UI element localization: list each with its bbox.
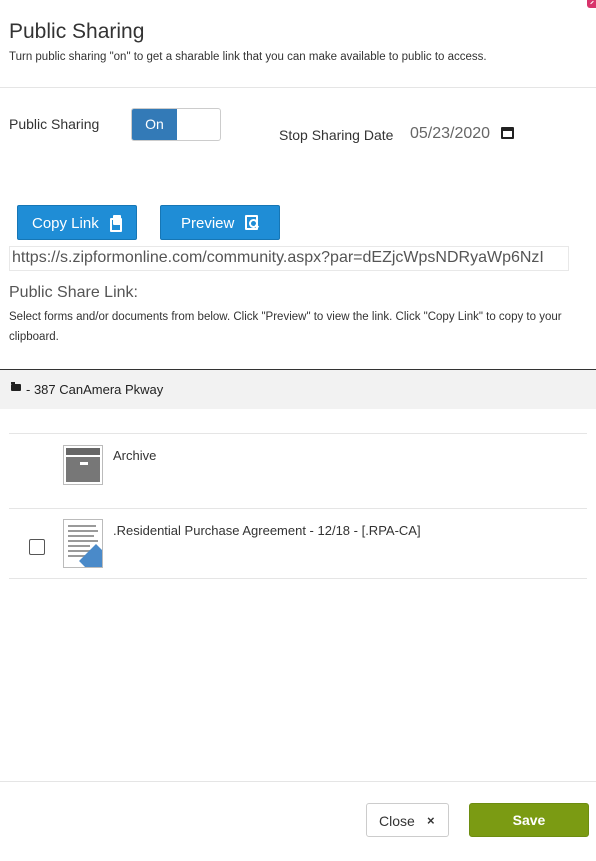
folder-icon xyxy=(11,382,21,391)
close-button[interactable]: Close × xyxy=(366,803,449,837)
list-item-name: Archive xyxy=(113,448,157,463)
close-icon: × xyxy=(427,813,435,828)
list-item-archive[interactable]: Archive xyxy=(9,433,587,509)
toggle-on-state: On xyxy=(132,109,177,140)
document-thumbnail xyxy=(63,519,103,568)
share-link-input[interactable]: https://s.zipformonline.com/community.as… xyxy=(9,246,569,271)
save-button[interactable]: Save xyxy=(469,803,589,837)
public-sharing-toggle[interactable]: On xyxy=(131,108,221,141)
public-sharing-label: Public Sharing xyxy=(9,116,100,132)
calendar-icon[interactable] xyxy=(501,127,514,139)
document-checkbox[interactable] xyxy=(29,539,45,555)
page-title: Public Sharing xyxy=(9,20,145,43)
preview-label: Preview xyxy=(181,215,235,232)
share-link-help-text: Select forms and/or documents from below… xyxy=(9,311,562,343)
public-share-link-label: Public Share Link: xyxy=(9,284,138,301)
list-item-name: .Residential Purchase Agreement - 12/18 … xyxy=(113,523,421,538)
page-subtitle: Turn public sharing "on" to get a sharab… xyxy=(9,51,487,63)
dialog-footer: Close × Save xyxy=(0,781,596,861)
close-label: Close xyxy=(379,813,415,829)
dialog-header: Public Sharing Turn public sharing "on" … xyxy=(0,0,596,88)
preview-icon xyxy=(245,215,258,230)
folder-name: - 387 CanAmera Pkway xyxy=(26,382,164,397)
copy-link-button[interactable]: Copy Link xyxy=(17,205,137,240)
copy-link-label: Copy Link xyxy=(32,215,99,232)
copy-icon xyxy=(110,215,122,232)
folder-header: - 387 CanAmera Pkway xyxy=(0,369,596,409)
stop-sharing-date-value[interactable]: 05/23/2020 xyxy=(410,125,490,143)
stop-sharing-date-label: Stop Sharing Date xyxy=(279,127,394,143)
list-item-document[interactable]: .Residential Purchase Agreement - 12/18 … xyxy=(9,508,587,579)
preview-button[interactable]: Preview xyxy=(160,205,280,240)
archive-icon xyxy=(63,445,103,485)
